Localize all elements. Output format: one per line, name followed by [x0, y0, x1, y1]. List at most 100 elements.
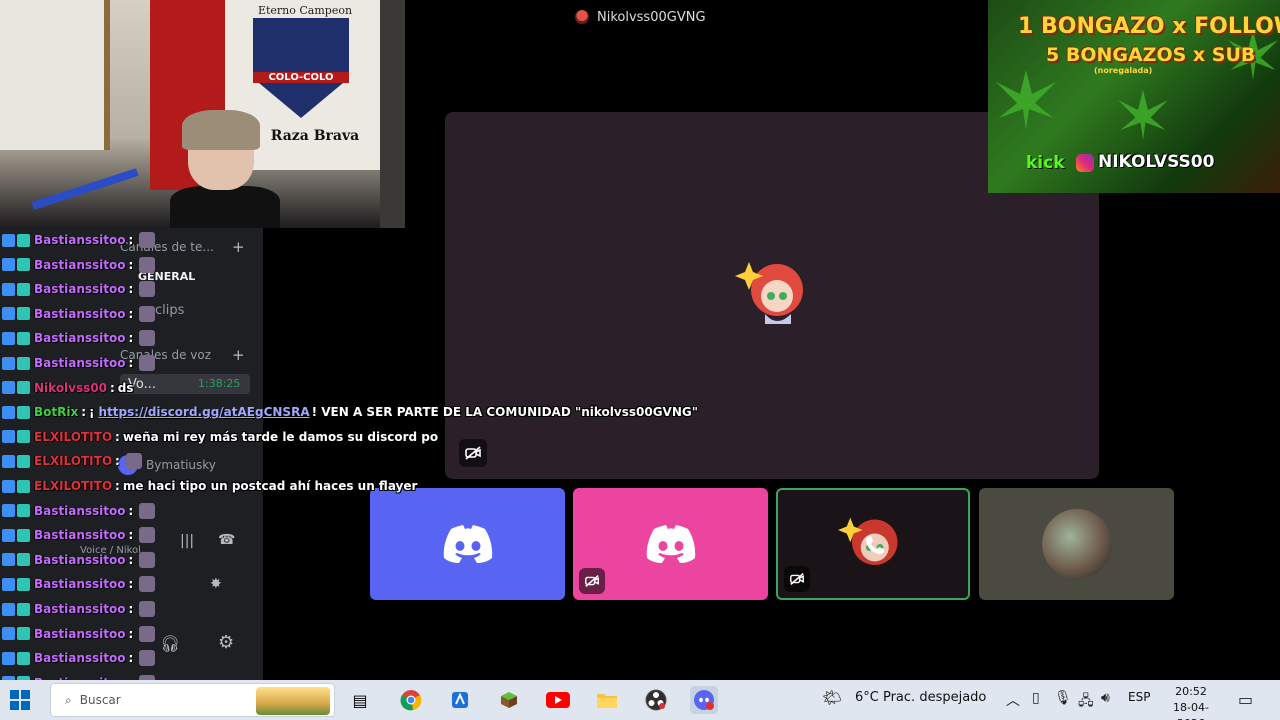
platform-badge-icon — [2, 528, 15, 542]
platform-badge-icon — [2, 258, 15, 272]
chat-badges — [2, 627, 30, 641]
emote-icon — [139, 502, 156, 519]
app-store-icon[interactable] — [446, 686, 474, 714]
chat-separator: : — [128, 356, 134, 370]
sub-badge-icon — [17, 504, 30, 518]
chat-message: BotRix: ¡ https://discord.gg/atAEgCNSRA! V… — [2, 400, 698, 424]
chrome-icon[interactable] — [397, 686, 425, 714]
platform-badge-icon — [2, 651, 15, 665]
sponsor-line2: 5 BONGAZOS x SUB — [1046, 44, 1256, 66]
emote-icon — [139, 355, 156, 371]
chat-username: BotRix — [34, 405, 79, 420]
chat-message: Bastianssitoo: — [2, 253, 156, 277]
clock-time: 20:52 — [1175, 685, 1207, 698]
wall-flag — [0, 0, 110, 150]
chat-username: Bastianssitoo — [34, 233, 126, 247]
sponsor-line3: (noregalada) — [1094, 66, 1153, 75]
sub-badge-icon — [17, 602, 30, 616]
file-explorer-icon[interactable] — [593, 686, 621, 714]
flag-top-text: Eterno Campeon — [257, 4, 353, 17]
sponsor-handle: NIKOLVSS00 — [1098, 152, 1215, 172]
flag-club-text: COLO-COLO — [253, 72, 349, 83]
chat-username: ELXILOTITO — [34, 479, 113, 493]
obs-icon[interactable] — [642, 686, 670, 714]
chat-badges — [2, 528, 30, 542]
sponsor-line1: 1 BONGAZO x FOLLOW — [1018, 14, 1280, 39]
microphone-icon[interactable]: 🎙︎ — [1054, 690, 1072, 706]
taskbar-clock[interactable]: 20:52 18-04-2026 — [1160, 684, 1222, 720]
emote-icon — [139, 551, 156, 568]
device-icon[interactable]: ▯ — [1032, 690, 1040, 706]
platform-badge-icon — [2, 553, 15, 567]
chevron-up-icon[interactable]: ︿ — [1006, 690, 1020, 710]
video-off-icon[interactable] — [784, 566, 810, 592]
sub-badge-icon — [17, 454, 30, 468]
sub-badge-icon — [17, 430, 30, 444]
minecraft-icon[interactable] — [495, 686, 523, 714]
chat-message: Bastianssitoo: — [2, 548, 156, 572]
youtube-icon[interactable] — [544, 686, 572, 714]
task-view-icon[interactable]: ▤ — [346, 686, 374, 714]
chat-message: Bastianssitoo: — [2, 523, 156, 547]
network-icon[interactable]: 🖧︎ — [1078, 690, 1094, 714]
chat-message: ELXILOTITO: — [2, 449, 142, 473]
participant-tile-4[interactable] — [979, 488, 1174, 600]
sub-badge-icon — [17, 479, 30, 493]
chat-separator: : — [128, 602, 134, 616]
chat-separator: : — [128, 331, 134, 346]
discord-taskbar-icon[interactable] — [690, 686, 718, 714]
sponsor-banner: 1 BONGAZO x FOLLOW 5 BONGAZOS x SUB (nor… — [988, 0, 1280, 193]
chat-separator: : — [128, 577, 134, 592]
chat-message: Bastianssitoo: — [2, 646, 156, 670]
leaf-icon — [996, 70, 1056, 130]
chat-username: Bastianssitoo — [34, 552, 126, 567]
chat-badges — [2, 331, 30, 345]
leaf-icon — [1118, 90, 1168, 140]
language-indicator[interactable]: ESP — [1128, 690, 1150, 704]
platform-badge-icon — [2, 430, 15, 444]
weather-icon[interactable]: 🌤︎ — [822, 688, 842, 707]
chat-separator: : — [128, 626, 134, 641]
emote-icon — [139, 256, 156, 273]
chat-message: ELXILOTITO: me haci tipo un postcad ahí h… — [2, 474, 417, 498]
platform-badge-icon — [2, 454, 15, 468]
chat-username: Nikolvss00 — [34, 380, 107, 395]
platform-badge-icon — [2, 282, 15, 296]
chat-badges — [2, 504, 30, 518]
chat-badges — [2, 258, 30, 272]
chat-badges — [2, 577, 30, 591]
stream-chat-overlay: Bastianssitoo: Bastianssitoo: Bastianssito… — [0, 228, 760, 714]
chat-badges — [2, 405, 30, 419]
taskbar-search[interactable]: ⌕ Buscar — [50, 683, 335, 717]
chat-link[interactable]: https://discord.gg/atAEgCNSRA — [99, 405, 310, 419]
windows-start-icon[interactable] — [10, 690, 32, 710]
chat-separator: : — [109, 380, 115, 395]
notifications-icon[interactable]: ▭ — [1238, 690, 1253, 709]
chat-badges — [2, 282, 30, 296]
sub-badge-icon — [17, 233, 30, 247]
chat-badges — [2, 479, 30, 493]
platform-badge-icon — [2, 381, 15, 395]
chat-separator: : — [115, 429, 120, 444]
volume-icon[interactable]: 🔊︎ — [1101, 690, 1110, 706]
participant-tile-speaking[interactable] — [776, 488, 970, 600]
chat-message: Bastianssitoo: — [2, 302, 156, 326]
chat-text-after: ! VEN A SER PARTE DE LA COMUNIDAD "nikol… — [311, 405, 698, 420]
sub-badge-icon — [17, 258, 30, 272]
chat-username: Bastianssitoo — [34, 577, 126, 592]
chat-username: Bastianssitoo — [34, 306, 126, 321]
chat-badges — [2, 381, 30, 395]
weather-text[interactable]: 6°C Prac. despejado — [855, 690, 986, 705]
sub-badge-icon — [17, 356, 30, 370]
chat-username: ELXILOTITO — [34, 454, 113, 469]
chat-badges — [2, 356, 30, 370]
platform-badge-icon — [2, 479, 15, 493]
chat-username: Bastianssitoo — [34, 331, 126, 346]
chat-separator: : — [81, 405, 87, 420]
chat-badges — [2, 233, 30, 247]
sub-badge-icon — [17, 307, 30, 321]
webcam-feed: Eterno Campeon COLO-COLO Raza Brava — [0, 0, 405, 228]
chat-separator: : — [128, 282, 134, 297]
chat-separator: : — [128, 306, 134, 321]
emote-icon — [139, 527, 156, 544]
